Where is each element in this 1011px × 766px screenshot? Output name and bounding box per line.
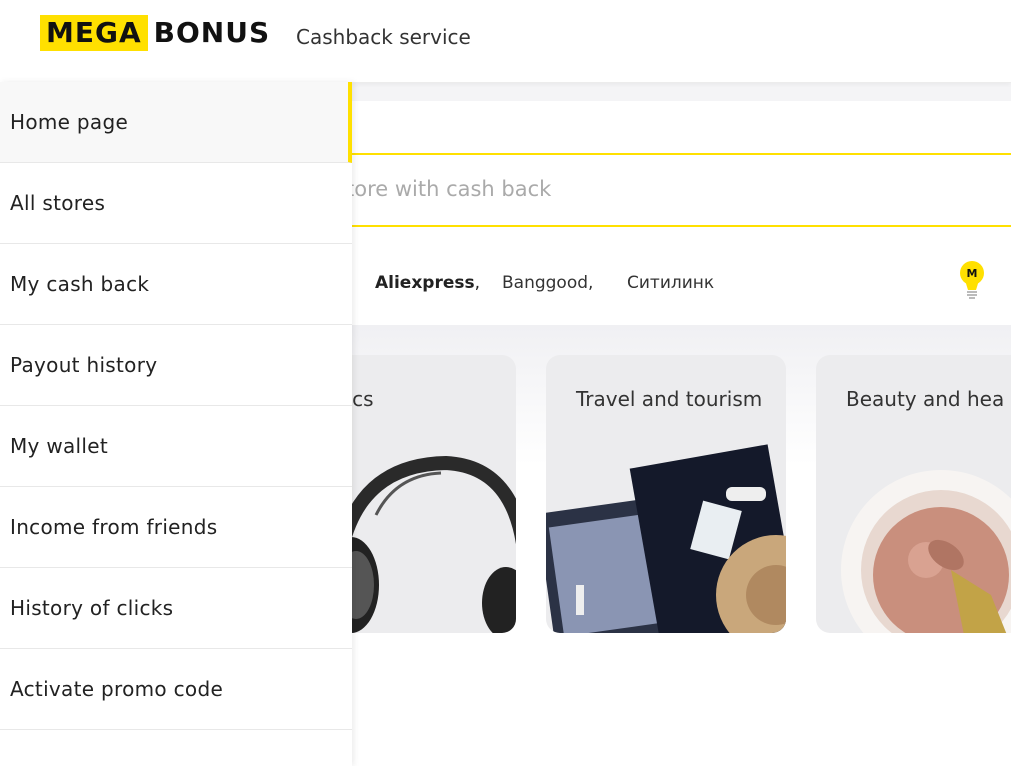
sidebar-menu: Home page All stores My cash back Payout…	[0, 82, 352, 766]
lightbulb-icon[interactable]: M	[958, 261, 986, 301]
banner-strip	[350, 101, 1011, 155]
sidebar-item-my-wallet[interactable]: My wallet	[0, 406, 352, 487]
sidebar-item-my-cash-back[interactable]: My cash back	[0, 244, 352, 325]
sidebar-item-activate-promo-code[interactable]: Activate promo code	[0, 649, 352, 730]
logo-mega: MEGA	[40, 15, 148, 51]
store-link-banggood[interactable]: Banggood,	[502, 273, 593, 293]
site-header: MEGA BONUS Cashback service	[0, 0, 1011, 83]
megabonus-logo[interactable]: MEGA BONUS	[40, 15, 270, 51]
search-placeholder: tore with cash back	[346, 177, 552, 201]
popular-stores-row: Aliexpress, Banggood, Ситилинк M	[350, 227, 1011, 325]
suitcase-image	[546, 444, 786, 633]
site-tagline: Cashback service	[296, 25, 471, 49]
category-card-travel[interactable]: Travel and tourism	[546, 355, 786, 633]
sidebar-item-income-from-friends[interactable]: Income from friends	[0, 487, 352, 568]
logo-bonus: BONUS	[153, 16, 271, 49]
sidebar-item-payout-history[interactable]: Payout history	[0, 325, 352, 406]
store-link-aliexpress[interactable]: Aliexpress,	[375, 273, 480, 293]
bulb-badge-letter: M	[967, 267, 978, 280]
store-search-field[interactable]: tore with cash back	[346, 155, 1011, 227]
category-card-beauty[interactable]: Beauty and hea	[816, 355, 1011, 633]
sidebar-item-all-stores[interactable]: All stores	[0, 163, 352, 244]
powder-brush-image	[841, 470, 1011, 633]
sidebar-item-home[interactable]: Home page	[0, 82, 352, 163]
sidebar-item-history-of-clicks[interactable]: History of clicks	[0, 568, 352, 649]
store-link-citilink[interactable]: Ситилинк	[627, 273, 714, 293]
